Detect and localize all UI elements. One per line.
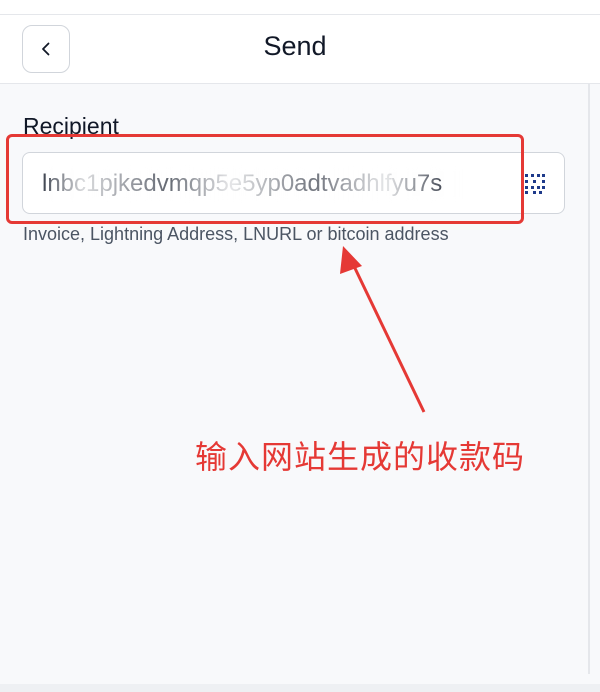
bottom-bar	[0, 684, 600, 692]
scrollbar[interactable]	[588, 84, 590, 674]
annotation-text: 输入网站生成的收款码	[195, 439, 526, 475]
annotation-arrow	[340, 246, 426, 413]
